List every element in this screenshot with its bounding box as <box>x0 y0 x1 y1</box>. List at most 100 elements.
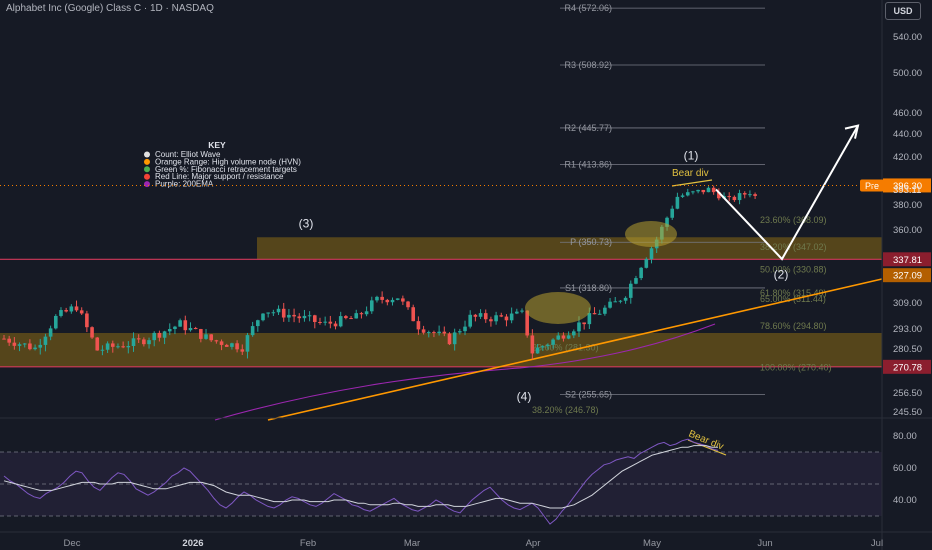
wave-label: (2) <box>774 267 789 281</box>
candle-body <box>535 347 540 354</box>
price-tick-label: 500.00 <box>893 68 922 79</box>
price-badge-label: 393.11 <box>893 185 921 196</box>
key-item-label: Purple: 200EMA <box>155 180 214 189</box>
candle-body <box>333 323 338 327</box>
candle-body <box>473 314 478 317</box>
key-swatch <box>144 173 150 180</box>
candle-body <box>2 338 6 340</box>
candle-body <box>530 335 535 354</box>
candle-body <box>592 313 597 315</box>
price-tick-label: 309.00 <box>893 298 922 309</box>
candle-body <box>193 327 198 330</box>
candle-body <box>582 322 586 325</box>
candle-body <box>675 196 680 209</box>
candle-body <box>235 343 239 350</box>
candle-body <box>566 335 571 339</box>
candle-body <box>224 344 229 347</box>
candle-body <box>142 339 146 345</box>
candle-body <box>7 338 11 343</box>
candle-body <box>167 329 172 332</box>
candle-body <box>22 343 27 345</box>
pivot-label: S2 (255.65) <box>565 389 612 399</box>
candle-body <box>209 334 213 341</box>
candle-body <box>281 308 286 318</box>
price-tick-label: 440.00 <box>893 129 922 140</box>
candle-body <box>328 321 333 324</box>
candle-body <box>556 335 561 340</box>
candle-body <box>447 333 452 345</box>
candle-body <box>561 335 566 339</box>
candle-body <box>28 343 32 350</box>
price-badge-label: 337.81 <box>893 255 922 266</box>
candle-body <box>131 338 136 347</box>
candle-body <box>157 332 162 338</box>
candle-body <box>385 299 390 303</box>
pivot-label: R4 (572.06) <box>564 3 612 13</box>
candle-body <box>354 313 359 319</box>
time-tick-label: Jul <box>871 538 883 549</box>
candle-body <box>416 321 421 330</box>
price-tick-label: 380.00 <box>893 200 922 211</box>
candle-body <box>110 343 115 347</box>
candle-body <box>380 296 384 300</box>
candle-body <box>344 316 348 319</box>
candle-body <box>230 343 234 347</box>
candle-body <box>105 343 110 350</box>
candle-body <box>64 310 68 312</box>
candle-body <box>452 332 457 345</box>
candle-body <box>313 315 317 322</box>
pivot-label: P (350.73) <box>570 237 612 247</box>
bear-div-label: Bear div <box>672 168 709 179</box>
candle-body <box>261 313 265 321</box>
candle-body <box>90 327 94 338</box>
candle-body <box>48 328 53 337</box>
candle-body <box>302 315 307 319</box>
candle-body <box>577 322 581 332</box>
fib-label: 78.60% (294.80) <box>760 321 827 331</box>
candle-body <box>458 331 462 333</box>
candle-body <box>737 193 742 201</box>
candle-body <box>85 313 89 328</box>
candle-body <box>204 334 208 339</box>
candle-body <box>79 310 84 314</box>
pivot-label: R1 (413.86) <box>564 159 612 169</box>
candle-body <box>509 313 514 321</box>
time-tick-label: Mar <box>404 538 420 549</box>
candle-body <box>287 314 291 318</box>
price-tick-label: 293.00 <box>893 324 922 335</box>
price-tick-label: 460.00 <box>893 108 922 119</box>
currency-button[interactable]: USD <box>885 2 921 20</box>
candle-body <box>401 298 405 302</box>
candle-body <box>639 267 643 279</box>
pivot-label: R2 (445.77) <box>564 123 612 133</box>
candle-body <box>219 341 224 345</box>
candle-body <box>338 316 343 327</box>
candle-body <box>634 278 638 284</box>
wave-label: (1) <box>684 148 699 162</box>
candle-body <box>432 332 436 334</box>
candle-body <box>17 344 22 346</box>
candle-body <box>515 311 519 314</box>
rsi-tick-label: 80.00 <box>893 431 917 442</box>
candle-body <box>478 313 483 317</box>
candle-body <box>468 314 472 327</box>
key-swatch <box>144 158 150 165</box>
candle-body <box>100 349 105 351</box>
candle-body <box>483 313 488 320</box>
fib-label: 50.00% (330.88) <box>760 264 827 274</box>
candle-body <box>753 194 757 196</box>
candle-body <box>572 331 576 336</box>
candle-body <box>318 321 322 323</box>
rsi-tick-label: 40.00 <box>893 495 917 506</box>
candle-body <box>178 320 182 327</box>
price-tick-label: 360.00 <box>893 225 922 236</box>
price-tick-label: 256.50 <box>893 388 922 399</box>
price-badge-label: 327.09 <box>893 271 922 282</box>
candle-body <box>43 336 48 345</box>
candle-body <box>395 298 400 300</box>
candle-body <box>406 301 410 308</box>
candle-body <box>623 297 628 301</box>
candle-body <box>136 338 141 340</box>
time-tick-label: Apr <box>526 538 541 549</box>
highlight-ellipse <box>525 292 591 324</box>
